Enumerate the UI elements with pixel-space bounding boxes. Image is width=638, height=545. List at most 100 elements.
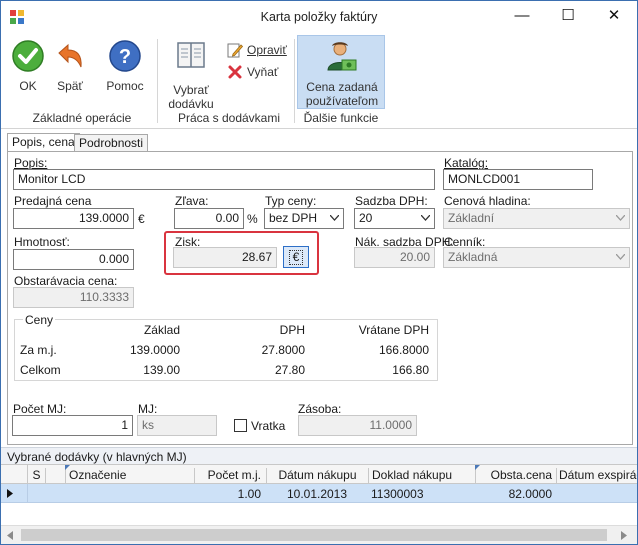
zlava-label: Zľava: <box>175 194 209 208</box>
tab-popis-cena[interactable]: Popis, cena <box>7 133 80 152</box>
hmotnost-input[interactable]: 0.000 <box>13 249 134 270</box>
choose-delivery-label-2: dodávku <box>168 97 214 111</box>
sadzba-dph-value: 20 <box>359 211 373 225</box>
katalog-input[interactable]: MONLCD001 <box>443 169 593 190</box>
ok-button[interactable]: OK <box>9 39 47 97</box>
ceny-vratane: 166.8000 <box>378 343 429 357</box>
cell-obsta-cena: 82.0000 <box>508 487 552 501</box>
ceny-zaklad: 139.0000 <box>129 343 180 357</box>
tab-podrobnosti[interactable]: Podrobnosti <box>74 134 149 152</box>
cell-datum-nakupu: 10.01.2013 <box>286 487 348 501</box>
mj-input[interactable]: ks <box>137 415 217 436</box>
cenova-hladina-value: Základní <box>448 211 495 225</box>
cenova-hladina-select[interactable]: Základní <box>443 208 630 229</box>
undo-arrow-icon <box>58 43 82 68</box>
katalog-label: Katalóg: <box>444 156 489 170</box>
chevron-down-icon <box>421 215 430 221</box>
popis-input[interactable]: Monitor LCD <box>13 169 435 190</box>
ceny-vratane: 166.80 <box>392 363 429 377</box>
scroll-right-icon[interactable] <box>621 531 627 540</box>
column-header-s[interactable]: S <box>28 468 46 485</box>
predajna-cena-input[interactable]: 139.0000 <box>13 208 134 229</box>
minimize-button[interactable]: — <box>499 1 545 32</box>
edit-label: Opraviť <box>247 43 287 57</box>
sadzba-dph-select[interactable]: 20 <box>354 208 435 229</box>
ceny-row-label: Celkom <box>20 363 61 377</box>
back-label: Späť <box>57 79 83 93</box>
pocet-mj-input[interactable]: 1 <box>12 415 133 436</box>
edit-button[interactable]: Opraviť <box>227 41 287 59</box>
ok-label: OK <box>19 79 37 93</box>
deliveries-header: S Označenie Počet m.j. Dátum nákupu Dokl… <box>1 464 637 485</box>
zasoba-label: Zásoba: <box>298 402 342 416</box>
sadzba-dph-label: Sadzba DPH: <box>355 194 428 208</box>
book-icon <box>177 42 205 68</box>
remove-button[interactable]: Vyňať <box>227 63 278 81</box>
column-header-datum-nakupu[interactable]: Dátum nákupu <box>266 468 368 485</box>
predajna-currency: € <box>138 212 145 226</box>
pocet-mj-label: Počet MJ: <box>13 402 67 416</box>
chevron-down-icon <box>616 215 625 221</box>
obstaravacia-cena-label: Obstarávacia cena: <box>14 274 118 288</box>
ceny-header-dph: DPH <box>279 323 305 337</box>
choose-delivery-label-1: Vybrať <box>173 83 209 97</box>
window: Karta položky faktúry — ☐ ✕ OK Späť ? Po… <box>0 0 638 545</box>
ribbon-separator <box>157 39 158 123</box>
choose-delivery-button[interactable]: Vybrať dodávku <box>163 39 219 111</box>
ceny-dph: 27.8000 <box>261 343 305 357</box>
deliveries-title-bar: Vybrané dodávky (v hlavných MJ) <box>1 447 637 464</box>
back-button[interactable]: Späť <box>51 39 89 97</box>
group-label-other: Ďalšie funkcie <box>303 111 379 125</box>
zasoba-input[interactable]: 11.0000 <box>298 415 417 436</box>
ceny-dph: 27.80 <box>274 363 305 377</box>
zisk-input[interactable]: 28.67 <box>173 247 277 268</box>
cenova-hladina-label: Cenová hladina: <box>444 194 531 208</box>
help-label: Pomoc <box>106 79 144 93</box>
ribbon-separator <box>294 39 295 123</box>
cennik-value: Základná <box>448 250 498 264</box>
nak-sadzba-input[interactable]: 20.00 <box>354 247 435 268</box>
help-button[interactable]: ? Pomoc <box>101 39 149 97</box>
zisk-currency-button[interactable]: € <box>283 246 309 268</box>
ceny-row-label: Za m.j. <box>20 343 57 357</box>
group-label-delivery: Práca s dodávkami <box>177 111 281 125</box>
horizontal-scrollbar[interactable] <box>1 525 637 544</box>
column-header-obsta-cena[interactable]: Obsta.cena <box>475 468 555 485</box>
close-button[interactable]: ✕ <box>591 1 637 32</box>
vratka-label: Vratka <box>251 419 286 433</box>
hmotnost-label: Hmotnosť: <box>14 235 70 249</box>
check-icon <box>12 40 44 72</box>
zisk-currency-label: € <box>288 250 304 265</box>
chevron-down-icon <box>330 215 339 221</box>
remove-x-icon <box>228 65 242 79</box>
scroll-left-icon[interactable] <box>7 531 13 540</box>
ceny-header-vratane: Vrátane DPH <box>358 323 429 337</box>
mj-label: MJ: <box>138 402 158 416</box>
chevron-down-icon <box>616 254 625 260</box>
cennik-select[interactable]: Základná <box>443 247 630 268</box>
scrollbar-thumb[interactable] <box>21 529 607 541</box>
cell-pocet: 1.00 <box>237 487 261 501</box>
user-price-label-2: používateľom <box>305 94 379 108</box>
help-icon: ? <box>109 40 141 72</box>
column-header-pocet[interactable]: Počet m.j. <box>194 468 264 485</box>
obstaravacia-cena-input[interactable]: 110.3333 <box>13 287 134 308</box>
ceny-title: Ceny <box>23 313 56 327</box>
typ-ceny-value: bez DPH <box>269 211 318 225</box>
user-price-button[interactable]: Cena zadaná používateľom <box>297 35 385 109</box>
maximize-button[interactable]: ☐ <box>545 1 591 32</box>
cell-doklad-nakupu: 11300003 <box>371 487 424 501</box>
zlava-percent: % <box>247 212 258 226</box>
user-money-icon <box>327 42 357 71</box>
vratka-checkbox[interactable] <box>234 419 247 432</box>
zlava-input[interactable]: 0.00 <box>174 208 244 229</box>
table-row[interactable]: 1.00 10.01.2013 11300003 82.0000 <box>1 484 637 503</box>
column-header-datum-exspiracie[interactable]: Dátum exspirácie <box>556 468 637 485</box>
row-pointer-icon <box>7 489 13 498</box>
ceny-header-zaklad: Základ <box>143 323 180 337</box>
typ-ceny-select[interactable]: bez DPH <box>264 208 344 229</box>
column-header-oznacenie[interactable]: Označenie <box>65 468 193 485</box>
group-label-basic: Základné operácie <box>32 111 132 125</box>
column-header-doklad-nakupu[interactable]: Doklad nákupu <box>368 468 474 485</box>
typ-ceny-label: Typ ceny: <box>265 194 317 208</box>
